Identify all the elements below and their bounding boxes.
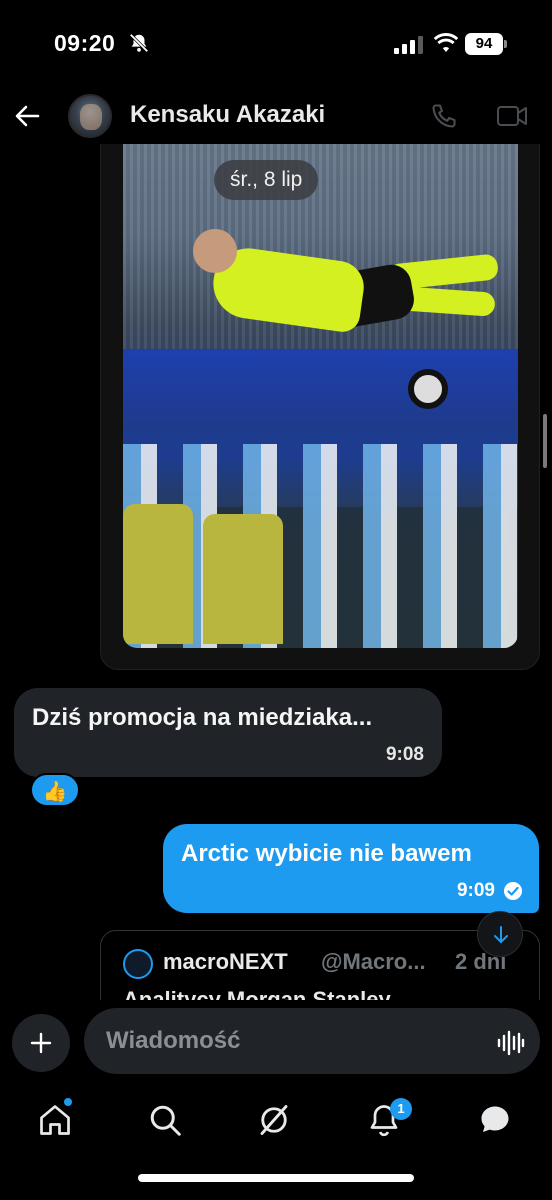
bottom-navigation: 1 — [0, 1086, 552, 1156]
macronext-logo-icon — [123, 949, 153, 979]
message-text: Arctic wybicie nie bawem — [181, 840, 472, 867]
message-composer — [0, 1000, 552, 1086]
home-unread-dot — [64, 1098, 72, 1106]
voice-message-icon[interactable] — [497, 1030, 525, 1056]
status-bar: 09:20 94 — [0, 0, 552, 90]
post-body: Analitycy Morgan Stanley — [123, 987, 391, 1000]
message-text: Dziś promocja na miedziaka... — [32, 704, 373, 731]
photo-vest — [123, 504, 193, 644]
home-icon[interactable] — [37, 1102, 73, 1138]
home-indicator — [138, 1174, 414, 1182]
photo-vest — [203, 514, 283, 644]
messages-icon[interactable] — [477, 1102, 513, 1138]
status-time: 09:20 — [54, 30, 116, 56]
date-separator: śr., 8 lip — [214, 160, 319, 200]
post-handle: @Macro... — [321, 949, 426, 974]
message-time: 9:09 — [456, 880, 495, 901]
battery-icon: 94 — [465, 33, 507, 55]
plus-icon — [30, 1032, 52, 1054]
grok-icon[interactable] — [256, 1102, 292, 1138]
post-author: macroNEXT — [163, 949, 288, 974]
read-check-icon — [504, 882, 522, 900]
signal-icon — [394, 36, 423, 54]
thumbs-up-reaction-icon[interactable]: 👍 — [30, 773, 80, 807]
avatar[interactable] — [68, 94, 112, 138]
outgoing-message-bubble[interactable]: Arctic wybicie nie bawem 9:09 — [163, 824, 539, 913]
shared-photo[interactable] — [123, 144, 518, 648]
photo-camera — [408, 369, 448, 409]
bell-off-icon — [129, 33, 149, 53]
photo-referee — [193, 229, 237, 273]
wifi-icon — [433, 33, 459, 52]
add-attachment-button[interactable] — [12, 1014, 70, 1072]
scrollbar[interactable] — [543, 414, 547, 468]
contact-name[interactable]: Kensaku Akazaki — [130, 101, 325, 129]
video-camera-icon[interactable] — [496, 103, 528, 129]
phone-icon[interactable] — [430, 102, 458, 130]
search-icon[interactable] — [147, 1102, 183, 1138]
shared-post-card[interactable]: macroNEXT @Macro... 2 dni Analitycy Morg… — [100, 930, 540, 1000]
photo-ad-board — [123, 349, 518, 429]
message-time: 9:08 — [385, 744, 424, 765]
message-input[interactable] — [84, 1008, 540, 1074]
photo-stands — [123, 144, 518, 364]
arrow-down-icon — [494, 926, 508, 943]
message-thread[interactable]: śr., 8 lip Dziś promocja na miedziaka...… — [0, 144, 552, 1000]
incoming-message-bubble[interactable]: Dziś promocja na miedziaka... 9:08 — [14, 688, 442, 777]
notifications-badge: 1 — [390, 1098, 412, 1120]
scroll-to-bottom-button[interactable] — [477, 911, 523, 957]
chat-header: Kensaku Akazaki — [0, 90, 552, 144]
back-arrow-icon[interactable] — [14, 102, 42, 130]
